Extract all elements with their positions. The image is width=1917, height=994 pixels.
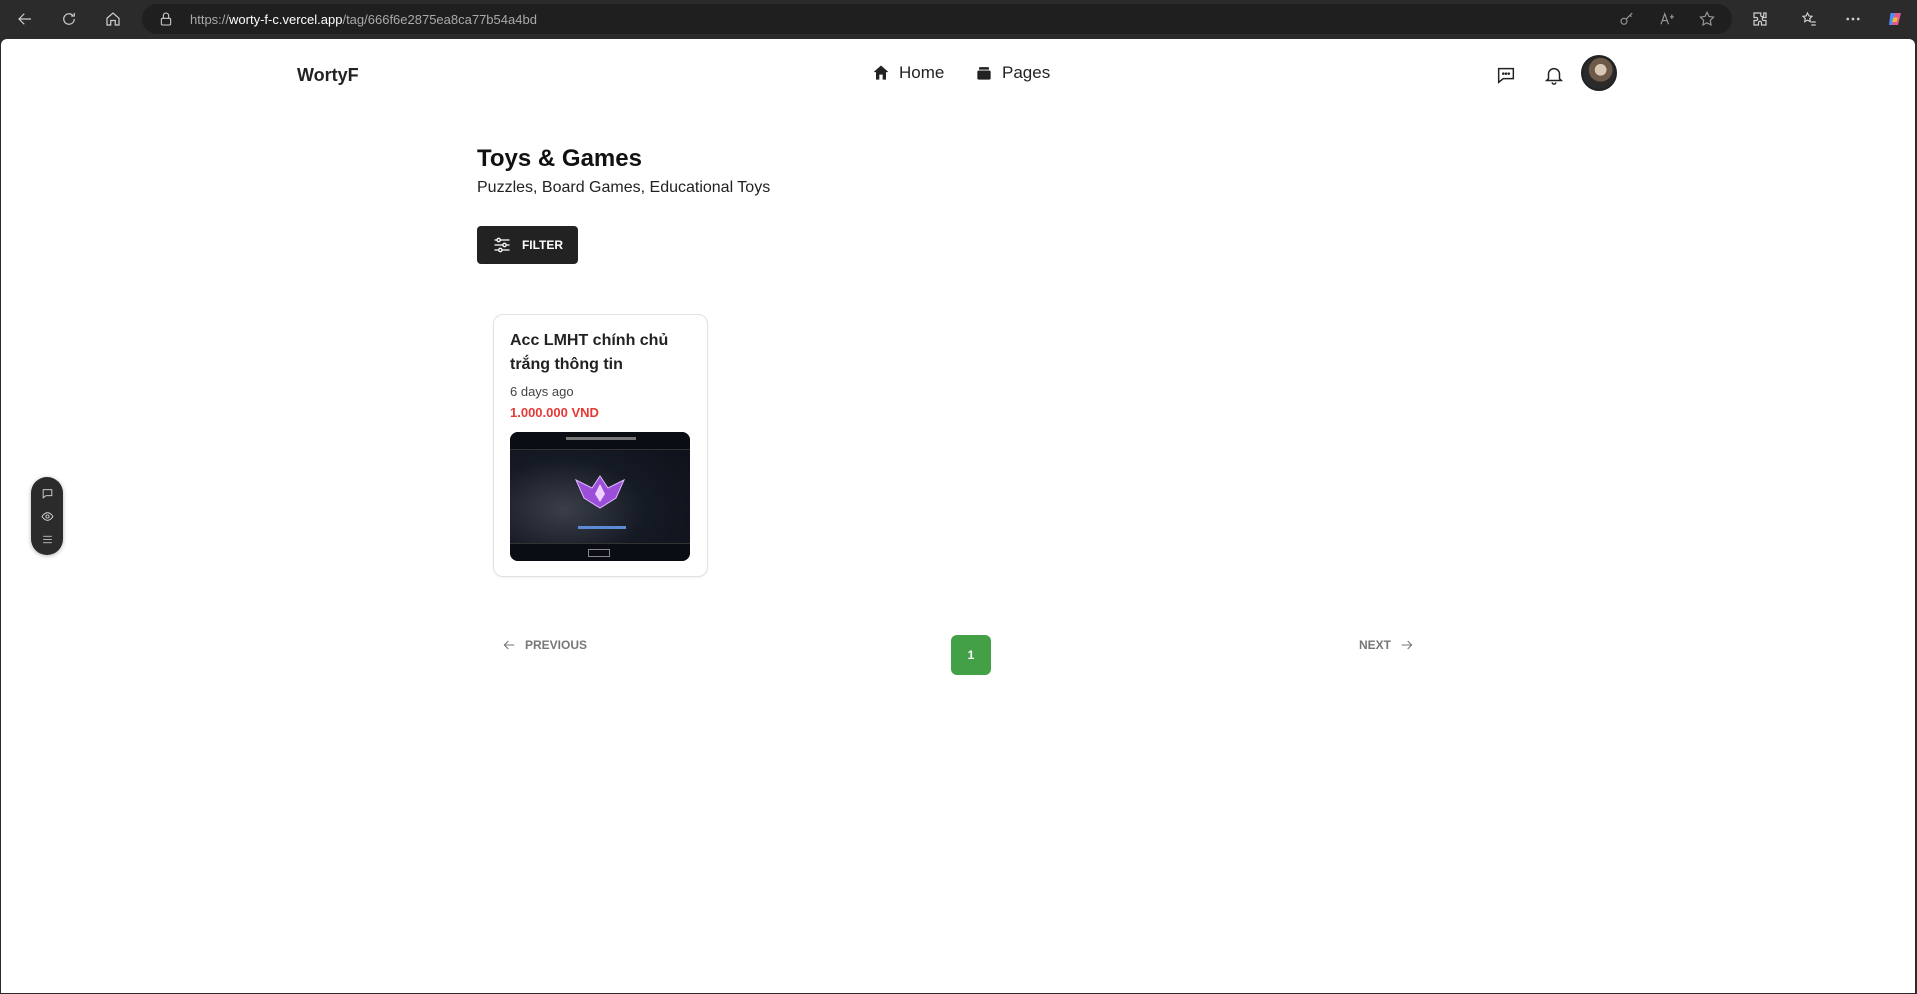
lock-icon[interactable]: [158, 11, 174, 27]
product-image[interactable]: [510, 432, 690, 561]
home-icon: [873, 65, 889, 80]
page-title: Toys & Games: [477, 145, 642, 172]
eye-icon[interactable]: [39, 508, 55, 524]
product-title[interactable]: Acc LMHT chính chủ trắng thông tin: [510, 329, 700, 377]
notification-bell-icon[interactable]: [1541, 62, 1567, 88]
favorite-star-icon[interactable]: [1698, 10, 1716, 28]
filter-label: FILTER: [521, 238, 564, 252]
copilot-icon[interactable]: [1880, 5, 1910, 33]
filter-button[interactable]: FILTER: [477, 226, 578, 264]
arrow-left-icon: [503, 640, 515, 650]
brand-logo[interactable]: WortyF: [297, 65, 359, 86]
address-bar[interactable]: https://worty-f-c.vercel.app/tag/666f6e2…: [142, 4, 1732, 34]
home-browser-icon[interactable]: [98, 5, 128, 33]
key-icon[interactable]: [1618, 10, 1636, 28]
favorites-icon[interactable]: [1794, 5, 1824, 33]
sliders-icon: [494, 237, 510, 253]
nav-pages[interactable]: Pages: [974, 63, 1050, 83]
next-page-button[interactable]: NEXT: [1359, 637, 1415, 653]
product-time: 6 days ago: [510, 384, 574, 399]
product-price: 1.000.000 VND: [510, 405, 599, 420]
pages-icon: [977, 67, 991, 80]
rank-emblem-icon: [574, 475, 626, 509]
read-aloud-icon[interactable]: [1658, 10, 1676, 28]
user-avatar[interactable]: [1581, 55, 1617, 91]
list-icon[interactable]: [39, 531, 55, 547]
page-viewport: WortyF Home Pages Toys & Games Puzzles, …: [1, 39, 1915, 993]
browser-chrome: https://worty-f-c.vercel.app/tag/666f6e2…: [0, 0, 1917, 38]
extensions-icon[interactable]: [1745, 5, 1775, 33]
page-1-button[interactable]: 1: [951, 635, 991, 675]
more-menu-icon[interactable]: [1838, 5, 1868, 33]
previous-page-button[interactable]: PREVIOUS: [501, 637, 587, 653]
previous-label: PREVIOUS: [525, 638, 588, 652]
nav-pages-label: Pages: [1002, 63, 1051, 82]
reload-icon[interactable]: [54, 5, 84, 33]
arrow-right-icon: [1401, 640, 1413, 650]
back-icon[interactable]: [10, 5, 40, 33]
nav-home[interactable]: Home: [871, 63, 944, 83]
nav-home-label: Home: [899, 63, 945, 82]
product-card[interactable]: Acc LMHT chính chủ trắng thông tin 6 day…: [493, 314, 708, 577]
next-label: NEXT: [1359, 638, 1392, 652]
chat-bubble-icon[interactable]: [39, 485, 55, 501]
messages-icon[interactable]: [1493, 62, 1519, 88]
page-subtitle: Puzzles, Board Games, Educational Toys: [477, 179, 771, 196]
url-text[interactable]: https://worty-f-c.vercel.app/tag/666f6e2…: [190, 12, 537, 27]
floating-toolbar: [31, 477, 63, 555]
